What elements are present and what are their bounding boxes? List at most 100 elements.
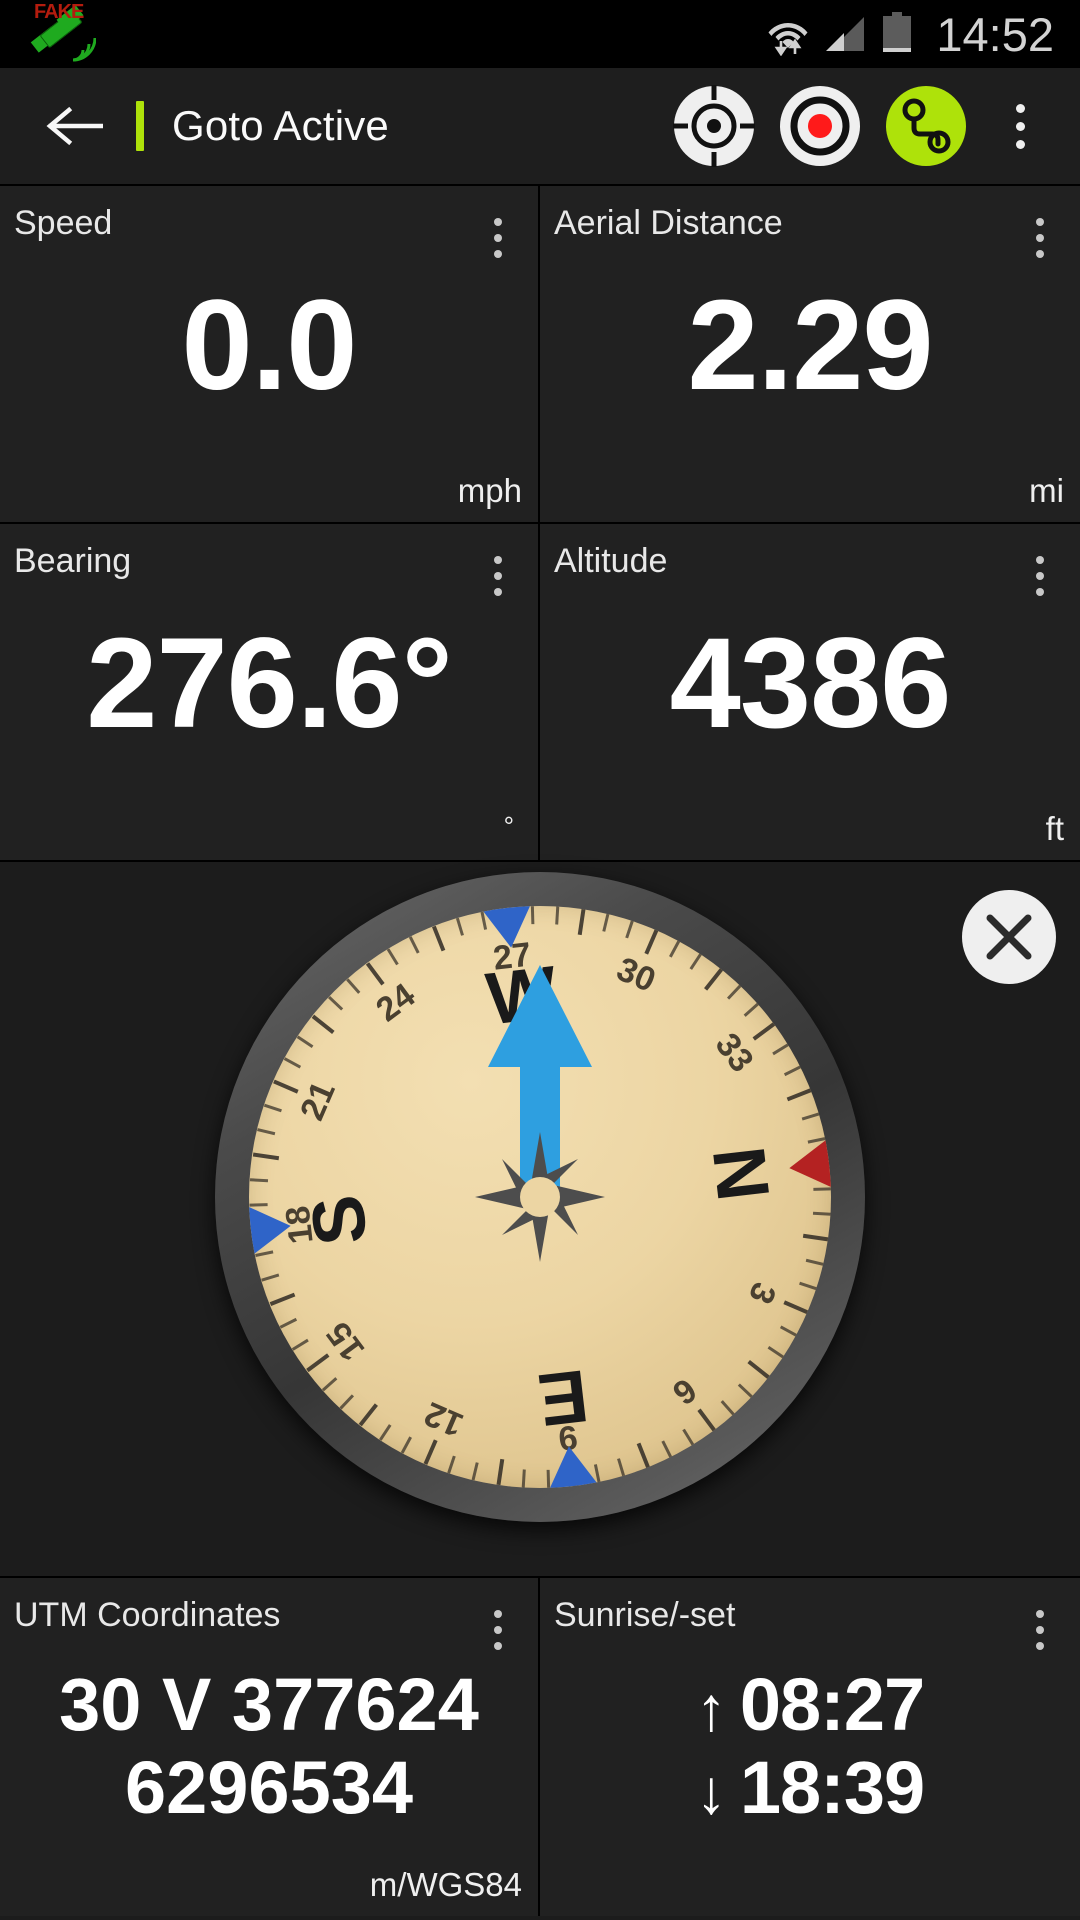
dashboard-row-1: Speed 0.0 mph Aerial Distance 2.29 mi [0, 184, 1080, 522]
compass-face: 3 6 9 12 15 18 21 24 27 30 33 N E S W [249, 906, 831, 1488]
compass-tick-label: 30 [611, 949, 662, 1000]
card-title: Sunrise/-set [554, 1596, 736, 1634]
compass-tick [471, 1462, 479, 1481]
card-value: 4386 [669, 612, 952, 755]
card-utm-coordinates[interactable]: UTM Coordinates 30 V 377624 6296534 m/WG… [0, 1576, 540, 1916]
card-menu-button[interactable] [1036, 556, 1044, 596]
card-value: 0.0 [181, 274, 358, 417]
crosshair-target-icon[interactable] [672, 84, 756, 168]
compass-tick [743, 1002, 759, 1017]
compass-tick [696, 1408, 716, 1432]
compass-tick-label: 15 [319, 1314, 373, 1368]
card-title: Bearing [14, 542, 132, 580]
card-menu-button[interactable] [494, 556, 502, 596]
compass-tick [801, 1112, 820, 1121]
status-bar-clock: 14:52 [936, 7, 1054, 61]
mock-location-label: FAKE [34, 1, 84, 23]
compass-tick [783, 1065, 801, 1077]
compass-tick [496, 1458, 504, 1486]
compass-tick [249, 1178, 268, 1183]
dashboard-row-3: UTM Coordinates 30 V 377624 6296534 m/WG… [0, 1576, 1080, 1916]
compass-cardinal-marker-s [249, 1202, 294, 1255]
compass-panel: 3 6 9 12 15 18 21 24 27 30 33 N E S W [0, 860, 1080, 1576]
compass-cardinal-marker-e [545, 1443, 598, 1488]
cellular-signal-icon [826, 17, 865, 51]
compass-tick [643, 929, 658, 955]
compass-tick [305, 1353, 329, 1373]
card-value: 276.6° [86, 612, 453, 755]
utm-line-2: 6296534 [124, 1745, 414, 1829]
wifi-transfer-icon [768, 23, 808, 56]
gps-satellite-icon: FAKE [26, 1, 98, 65]
sunrise-row: ↑ 08:27 [540, 1663, 1080, 1747]
card-altitude[interactable]: Altitude 4386 ft [540, 522, 1080, 860]
compass-tick [805, 1258, 824, 1266]
compass-tick [782, 1300, 809, 1315]
compass-tick [455, 917, 464, 936]
card-title: Aerial Distance [554, 204, 783, 242]
compass-cardinal-n: N [696, 1142, 786, 1206]
record-icon[interactable] [778, 84, 862, 168]
compass-tick [263, 1103, 282, 1113]
compass-tick [771, 1043, 789, 1056]
card-bearing[interactable]: Bearing 276.6° ° [0, 522, 540, 860]
card-title: UTM Coordinates [14, 1596, 281, 1634]
card-unit: mi [1029, 472, 1064, 509]
card-aerial-distance[interactable]: Aerial Distance 2.29 mi [540, 184, 1080, 522]
compass-tick-label: 3 [740, 1276, 784, 1310]
compass-tick-label: 24 [369, 976, 423, 1030]
app-root: FAKE 14:52 Goto Active Speed 0.0 mph Aer… [0, 0, 1080, 1920]
compass-tick [786, 1088, 812, 1102]
status-bar: FAKE 14:52 [0, 0, 1080, 68]
card-menu-button[interactable] [494, 1610, 502, 1650]
sunrise-time: 08:27 [739, 1663, 925, 1746]
compass-tick [358, 1403, 378, 1427]
compass-tick [812, 1211, 831, 1216]
dashboard-row-2: Bearing 276.6° ° Altitude 4386 ft [0, 522, 1080, 860]
action-bar: Goto Active [0, 68, 1080, 184]
compass-tick [296, 1035, 313, 1048]
card-menu-button[interactable] [1036, 218, 1044, 258]
card-title: Altitude [554, 542, 668, 580]
card-speed[interactable]: Speed 0.0 mph [0, 184, 540, 522]
card-unit: mph [457, 472, 522, 509]
compass-tick [616, 1458, 625, 1477]
close-icon [986, 914, 1032, 960]
route-waypoints-icon[interactable] [884, 84, 968, 168]
utm-line-1: 30 V 377624 [59, 1663, 479, 1746]
compass-tick [446, 1455, 456, 1474]
compass-tick-label: 6 [665, 1370, 704, 1413]
overflow-menu-icon [1015, 103, 1025, 113]
compass-tick [521, 1469, 526, 1488]
sunrise-arrow-icon: ↑ [695, 1675, 727, 1744]
page-title: Goto Active [172, 102, 389, 149]
compass-tick [408, 936, 420, 954]
compass-tick [291, 1338, 309, 1351]
card-menu-button[interactable] [494, 218, 502, 258]
card-unit: m/WGS84 [369, 1866, 522, 1903]
card-value: ↑ 08:27 ↓ 18:39 [540, 1663, 1080, 1830]
overflow-menu-button[interactable] [990, 76, 1050, 176]
compass-tick [272, 1079, 299, 1094]
back-button[interactable] [26, 76, 122, 176]
compass-tick [256, 1128, 275, 1136]
card-unit: ° [503, 811, 514, 841]
card-value: 30 V 377624 6296534 [0, 1663, 538, 1830]
close-compass-button[interactable] [962, 890, 1056, 984]
compass-cardinal-marker-n [786, 1139, 831, 1192]
compass-tick [321, 1377, 337, 1392]
title-accent-bar [136, 101, 144, 151]
compass-tick [624, 920, 634, 939]
compass-tick [252, 1152, 279, 1161]
compass-tick [720, 1400, 735, 1416]
compass-widget[interactable]: 3 6 9 12 15 18 21 24 27 30 33 N E S W [215, 872, 865, 1522]
compass-tick [660, 1440, 672, 1458]
compass-tick [737, 1383, 753, 1399]
card-menu-button[interactable] [1036, 1610, 1044, 1650]
compass-tick [338, 1394, 354, 1410]
compass-tick [636, 1442, 650, 1469]
card-unit: ft [1045, 810, 1064, 847]
card-sunrise-sunset[interactable]: Sunrise/-set ↑ 08:27 ↓ 18:39 [540, 1576, 1080, 1916]
battery-icon [883, 12, 912, 52]
compass-tick [400, 1436, 412, 1454]
